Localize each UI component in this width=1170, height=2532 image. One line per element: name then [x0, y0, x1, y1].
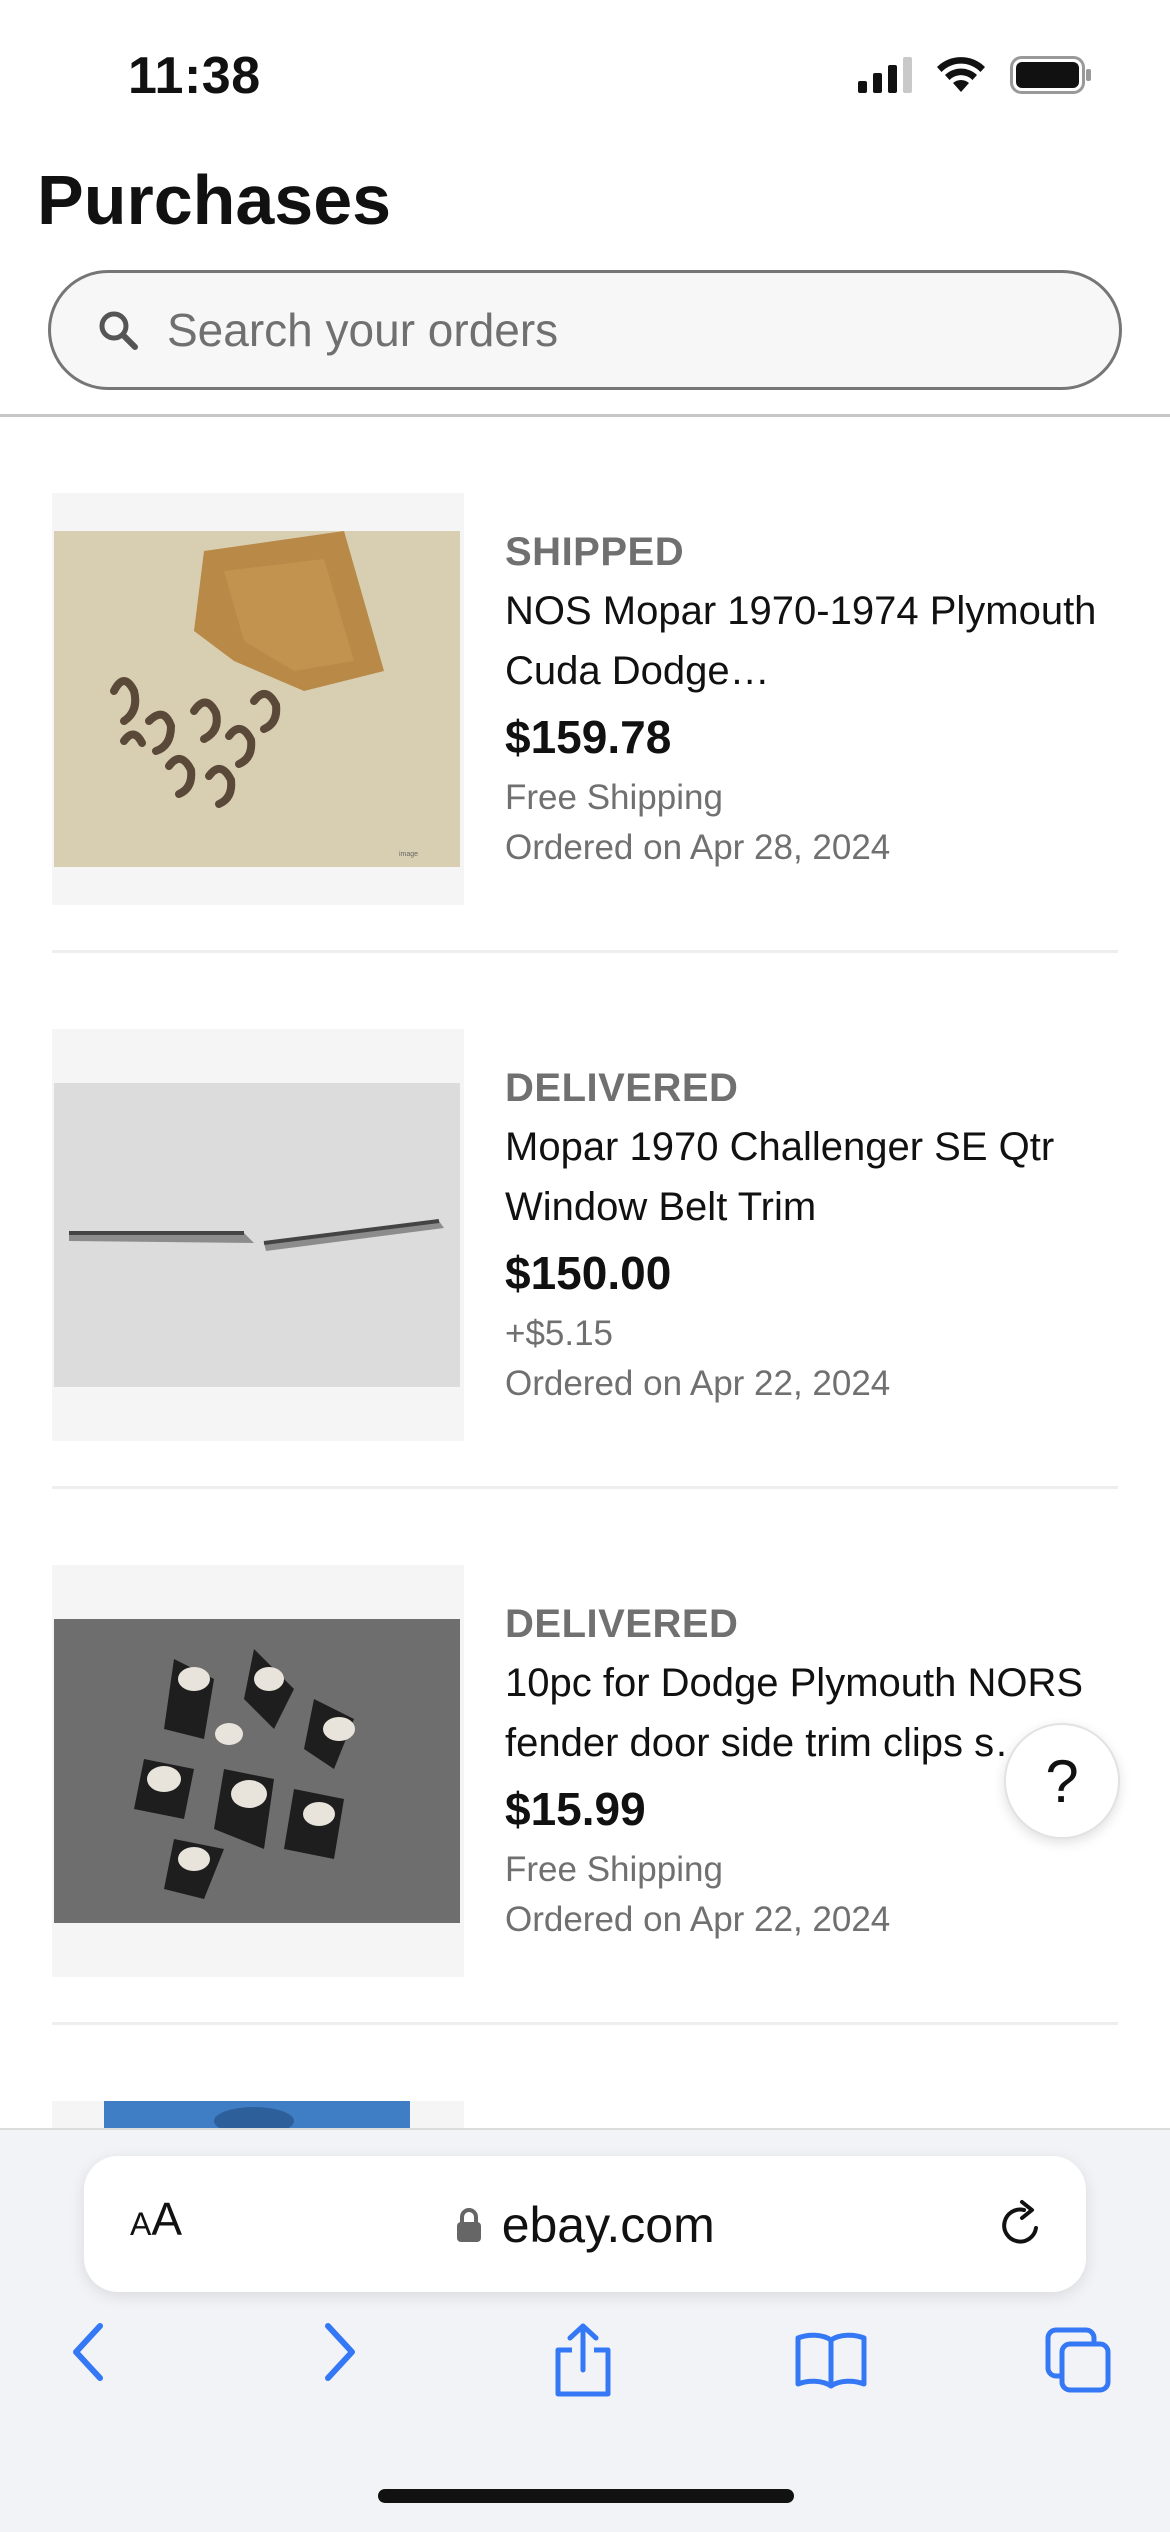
status-time: 11:38 [128, 47, 261, 105]
order-item[interactable]: DELIVERED 10pc for Dodge Plymouth NORS f… [52, 1489, 1118, 2025]
search-input[interactable] [167, 303, 1067, 357]
product-image [54, 1083, 460, 1387]
order-date: Ordered on Apr 22, 2024 [505, 1364, 891, 1403]
home-indicator [378, 2489, 794, 2503]
order-status: SHIPPED [505, 530, 685, 574]
order-item[interactable] [52, 2025, 1118, 2130]
order-date: Ordered on Apr 22, 2024 [505, 1900, 891, 1939]
order-date: Ordered on Apr 28, 2024 [505, 828, 891, 867]
forward-arrow-icon[interactable] [318, 2320, 362, 2384]
order-status: DELIVERED [505, 1602, 739, 1646]
order-shipping: Free Shipping [505, 1850, 723, 1889]
order-info: SHIPPED NOS Mopar 1970-1974 Plymouth Cud… [505, 527, 1125, 873]
product-image [104, 2101, 410, 2130]
order-shipping: +$5.15 [505, 1314, 614, 1353]
order-title[interactable]: Mopar 1970 Challenger SE Qtr Window Belt… [505, 1117, 1115, 1237]
wifi-icon [937, 57, 985, 92]
product-thumbnail[interactable]: image [52, 493, 464, 905]
help-button[interactable]: ? [1004, 1723, 1120, 1839]
order-status: DELIVERED [505, 1066, 739, 1110]
product-thumbnail[interactable] [52, 1565, 464, 1977]
status-icons [858, 56, 1092, 94]
order-item[interactable]: image SHIPPED NOS Mopar 1970-1974 Plymou… [52, 417, 1118, 953]
order-price: $150.00 [505, 1247, 672, 1299]
order-info: DELIVERED Mopar 1970 Challenger SE Qtr W… [505, 1063, 1125, 1409]
search-icon [99, 311, 138, 350]
product-image: image [54, 531, 460, 867]
status-bar: 11:38 [0, 0, 1170, 150]
order-title[interactable]: NOS Mopar 1970-1974 Plymouth Cuda Dodge… [505, 581, 1115, 701]
share-icon[interactable] [552, 2322, 614, 2398]
bookmarks-icon[interactable] [794, 2330, 868, 2390]
orders-list: image SHIPPED NOS Mopar 1970-1974 Plymou… [0, 417, 1170, 2130]
browser-toolbar: AA ebay.com [0, 2128, 1170, 2532]
order-shipping: Free Shipping [505, 778, 723, 817]
page-title: Purchases [37, 161, 392, 239]
reload-icon[interactable] [996, 2198, 1046, 2250]
svg-text:image: image [399, 851, 418, 858]
product-thumbnail[interactable] [52, 1029, 464, 1441]
tabs-icon[interactable] [1044, 2326, 1114, 2394]
product-thumbnail[interactable] [52, 2101, 464, 2130]
battery-icon [1010, 56, 1091, 94]
back-arrow-icon[interactable] [66, 2320, 110, 2384]
lock-icon [457, 2208, 482, 2242]
cellular-signal-icon [858, 57, 912, 93]
order-price: $159.78 [505, 711, 672, 763]
order-item[interactable]: DELIVERED Mopar 1970 Challenger SE Qtr W… [52, 953, 1118, 1489]
address-display: ebay.com [84, 2196, 1086, 2254]
domain-label: ebay.com [501, 2197, 715, 2253]
product-image [54, 1619, 460, 1923]
address-bar[interactable]: AA ebay.com [84, 2156, 1086, 2292]
search-field[interactable] [48, 270, 1122, 390]
